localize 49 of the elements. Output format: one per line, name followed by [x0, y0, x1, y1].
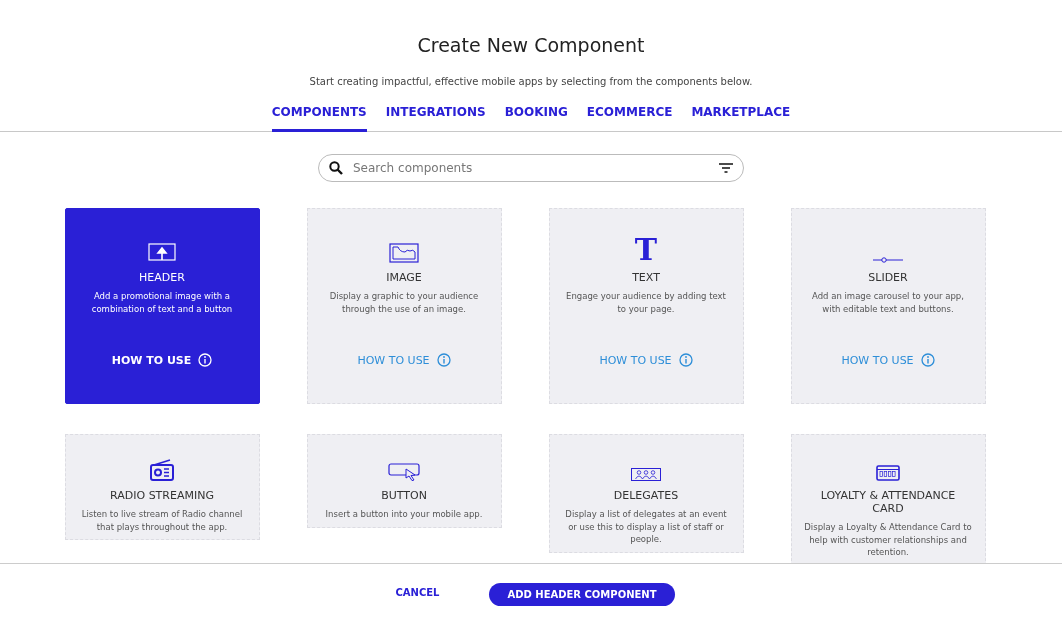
card-icon	[876, 465, 900, 481]
component-card[interactable]: RADIO STREAMING Listen to live stream of Radio channel that plays throughout the app.	[64, 434, 260, 540]
card-title: DELEGATES	[613, 489, 679, 502]
filter-icon	[719, 163, 733, 173]
page-title: Create New Component	[416, 34, 646, 56]
card-description: Engage your audience by adding text to your page.	[565, 290, 727, 315]
add-component-button[interactable]: ADD HEADER COMPONENT	[489, 583, 675, 606]
slider-icon	[873, 257, 903, 263]
cursor-button-icon	[388, 463, 420, 481]
card-title: TEXT	[632, 271, 660, 284]
card-title: HEADER	[139, 271, 185, 284]
radio-icon	[150, 459, 174, 481]
category-tab[interactable]: MARKETPLACE	[691, 103, 791, 132]
card-description: Listen to live stream of Radio channel that plays throughout the app.	[80, 508, 244, 533]
card-title: SLIDER	[868, 271, 908, 284]
category-tab[interactable]: ECOMMERCE	[586, 103, 673, 132]
card-title: LOYALTY & ATTENDANCE CARD	[819, 489, 957, 515]
category-tab[interactable]: BOOKING	[504, 103, 568, 132]
component-card[interactable]: HEADER Add a promotional image with a combination of text and a button HOW TO USE	[64, 208, 260, 404]
card-title: IMAGE	[386, 271, 422, 284]
image-icon	[389, 243, 419, 263]
category-tab[interactable]: INTEGRATIONS	[385, 103, 486, 132]
search-icon	[329, 161, 343, 175]
page-subtitle: Start creating impactful, effective mobile apps by selecting from the components below.	[308, 76, 754, 87]
component-card[interactable]: T TEXT Engage your audience by adding text to your page. HOW TO USE	[548, 208, 744, 404]
header-upload-icon	[148, 243, 176, 263]
card-description: Insert a button into your mobile app.	[325, 508, 483, 521]
card-description: Add a promotional image with a combination of text and a button	[90, 290, 234, 315]
text-glyph-icon: T	[634, 237, 658, 263]
info-icon	[198, 353, 213, 367]
card-description: Add an image carousel to your app, with editable text and buttons.	[811, 290, 965, 315]
people-icon	[631, 468, 661, 481]
card-title: BUTTON	[381, 489, 427, 502]
component-card[interactable]: BUTTON Insert a button into your mobile app.	[306, 434, 502, 528]
category-tab[interactable]: COMPONENTS	[271, 103, 367, 132]
component-card[interactable]: DELEGATES Display a list of delegates at an event or use this to display a list of staff or people.	[548, 434, 744, 553]
card-description: Display a Loyalty & Attendance Card to help with customer relationships and retention.	[803, 521, 973, 559]
cancel-button[interactable]: CANCEL	[387, 583, 448, 602]
card-description: Display a graphic to your audience through the use of an image.	[328, 290, 480, 315]
info-icon	[678, 353, 693, 367]
component-card[interactable]: LOYALTY & ATTENDANCE CARD Display a Loyalty & Attendance Card to help with customer relationships and retention.	[790, 434, 986, 563]
card-title: RADIO STREAMING	[110, 489, 214, 502]
info-icon	[436, 353, 451, 367]
search-input[interactable]: Search components	[351, 160, 711, 176]
card-description: Display a list of delegates at an event or use this to display a list of staff or people.	[564, 508, 728, 546]
info-icon	[920, 353, 935, 367]
how-to-use-link[interactable]: HOW TO USE	[111, 353, 213, 367]
component-card[interactable]: SLIDER Add an image carousel to your app, with editable text and buttons. HOW TO USE	[790, 208, 986, 404]
component-card[interactable]: IMAGE Display a graphic to your audience through the use of an image. HOW TO USE	[306, 208, 502, 404]
